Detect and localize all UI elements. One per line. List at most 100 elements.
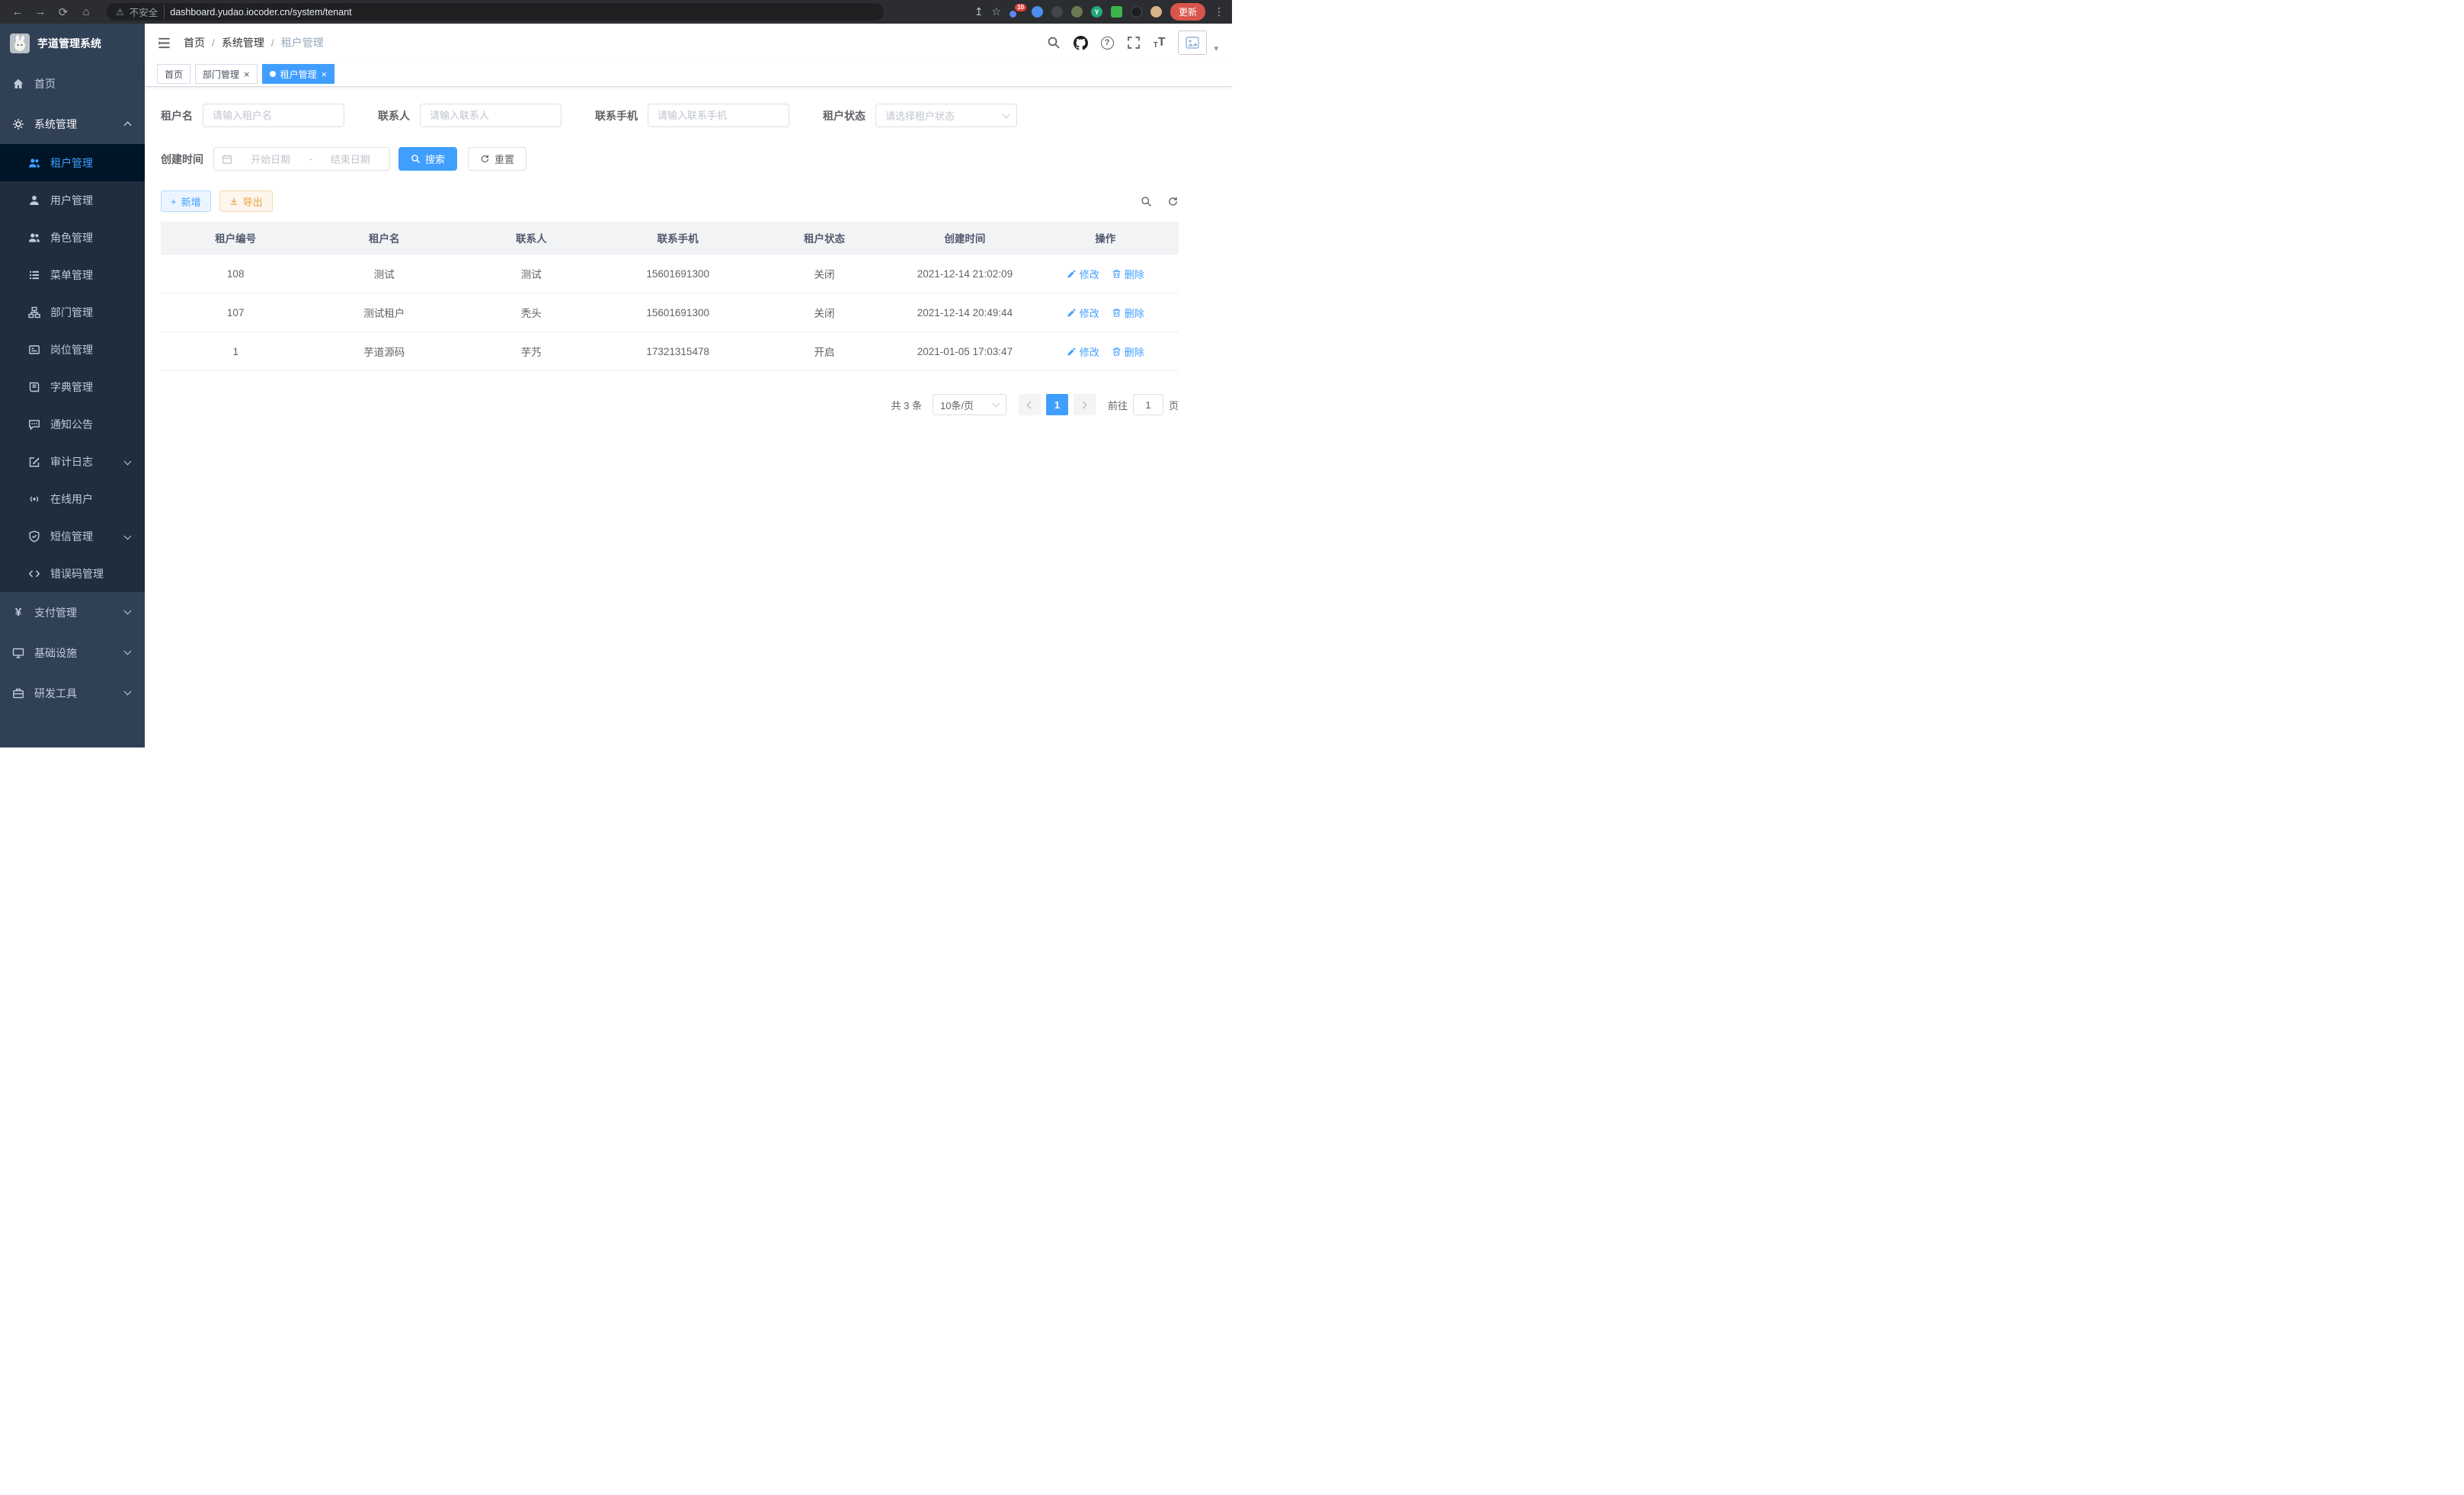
show-search-icon[interactable] xyxy=(1141,196,1152,207)
status-select[interactable]: 请选择租户状态 xyxy=(875,104,1017,127)
create-time-label: 创建时间 xyxy=(161,152,203,167)
sidebar-item-infra[interactable]: 基础设施 xyxy=(0,632,145,673)
table-row: 108 测试 测试 15601691300 关闭 2021-12-14 21:0… xyxy=(161,255,1179,293)
refresh-table-icon[interactable] xyxy=(1167,196,1179,207)
search-button[interactable]: 搜索 xyxy=(398,147,457,171)
fullscreen-icon[interactable] xyxy=(1127,36,1141,50)
extension-chat-icon[interactable] xyxy=(1111,6,1122,18)
home-menu-icon xyxy=(12,78,24,90)
prev-page-button[interactable] xyxy=(1019,394,1041,415)
total-count: 共 3 条 xyxy=(891,398,922,412)
close-icon[interactable]: × xyxy=(244,69,250,79)
back-icon[interactable]: ← xyxy=(8,5,27,18)
extension-drop-icon[interactable] xyxy=(1032,6,1043,18)
avatar[interactable] xyxy=(1178,30,1207,55)
sidebar-item-tenant[interactable]: 租户管理 xyxy=(0,144,145,181)
edit-icon xyxy=(1067,347,1077,357)
trash-icon xyxy=(1112,308,1122,318)
date-range-picker[interactable]: 开始日期 - 结束日期 xyxy=(213,147,390,171)
next-page-button[interactable] xyxy=(1074,394,1096,415)
breadcrumb-home[interactable]: 首页 xyxy=(184,35,205,50)
page-size-value: 10条/页 xyxy=(940,398,974,412)
sidebar-item-label: 首页 xyxy=(34,76,56,91)
share-icon[interactable]: ↥ xyxy=(974,5,984,18)
sidebar-item-online[interactable]: 在线用户 xyxy=(0,480,145,517)
sidebar-item-label: 系统管理 xyxy=(34,117,77,132)
extension-plug-icon[interactable] xyxy=(1131,6,1142,18)
sidebar-item-menu[interactable]: 菜单管理 xyxy=(0,256,145,293)
reload-icon[interactable]: ⟳ xyxy=(53,5,73,19)
yen-icon: ¥ xyxy=(12,606,24,619)
page-1-button[interactable]: 1 xyxy=(1046,394,1068,415)
cell-contact: 芋艿 xyxy=(458,332,604,371)
home-icon[interactable]: ⌂ xyxy=(76,5,96,18)
browser-menu-icon[interactable]: ⋮ xyxy=(1214,5,1224,18)
cell-status: 开启 xyxy=(751,332,898,371)
add-button[interactable]: + 新增 xyxy=(161,190,211,212)
sidebar-item-home[interactable]: 首页 xyxy=(0,63,145,104)
cell-created: 2021-01-05 17:03:47 xyxy=(898,332,1032,371)
github-icon[interactable] xyxy=(1074,36,1088,50)
delete-link[interactable]: 删除 xyxy=(1112,306,1144,320)
sidebar-item-devtools[interactable]: 研发工具 xyxy=(0,673,145,713)
cell-tenant-id: 1 xyxy=(161,332,310,371)
phone-label: 联系手机 xyxy=(595,108,638,123)
reset-button[interactable]: 重置 xyxy=(468,147,526,171)
sidebar-item-sms[interactable]: 短信管理 xyxy=(0,517,145,555)
bookmark-star-icon[interactable]: ☆ xyxy=(991,5,1001,18)
phone-input[interactable] xyxy=(648,104,789,127)
tab-tenant[interactable]: 租户管理 × xyxy=(262,64,335,84)
monitor-icon xyxy=(12,647,24,659)
hamburger-icon[interactable] xyxy=(157,36,171,50)
help-icon[interactable]: ? xyxy=(1101,37,1114,50)
sidebar-item-user[interactable]: 用户管理 xyxy=(0,181,145,219)
address-bar[interactable]: ⚠ 不安全 dashboard.yudao.iocoder.cn/system/… xyxy=(107,3,884,21)
contact-input[interactable] xyxy=(420,104,562,127)
not-secure-icon: ⚠ xyxy=(116,7,124,18)
delete-link[interactable]: 删除 xyxy=(1112,344,1144,359)
tab-dept[interactable]: 部门管理 × xyxy=(195,64,258,84)
extension-olive-icon[interactable] xyxy=(1071,6,1083,18)
sidebar-item-notice[interactable]: 通知公告 xyxy=(0,405,145,443)
sidebar-item-dept[interactable]: 部门管理 xyxy=(0,293,145,331)
sidebar-item-payment[interactable]: ¥ 支付管理 xyxy=(0,592,145,632)
tenant-name-input[interactable] xyxy=(203,104,344,127)
sidebar-item-role[interactable]: 角色管理 xyxy=(0,219,145,256)
extension-pin-icon[interactable]: 10 xyxy=(1010,6,1023,18)
edit-link[interactable]: 修改 xyxy=(1067,306,1099,320)
sidebar-item-errorcode[interactable]: 错误码管理 xyxy=(0,555,145,592)
sidebar-logo[interactable]: 芋道管理系统 xyxy=(0,24,145,63)
page-content: 租户名 联系人 联系手机 租户状态 请选择租户状态 xyxy=(145,87,1232,748)
browser-toolbar-right: ↥ ☆ 10 Y 更新 ⋮ xyxy=(974,3,1224,21)
tenant-name-label: 租户名 xyxy=(161,108,193,123)
sidebar: 芋道管理系统 首页 系统管理 租户管理 xyxy=(0,24,145,748)
avatar-caret-icon[interactable]: ▾ xyxy=(1214,43,1218,55)
browser-update-button[interactable]: 更新 xyxy=(1170,3,1205,21)
export-button[interactable]: 导出 xyxy=(219,190,273,212)
text-size-icon[interactable]: TT xyxy=(1154,36,1166,50)
edit-link[interactable]: 修改 xyxy=(1067,267,1099,281)
chevron-up-icon xyxy=(124,122,132,130)
export-button-label: 导出 xyxy=(243,194,263,209)
tab-home[interactable]: 首页 xyxy=(157,64,190,84)
edit-link[interactable]: 修改 xyxy=(1067,344,1099,359)
col-tenant-name: 租户名 xyxy=(310,222,458,255)
extension-face-icon[interactable] xyxy=(1150,6,1162,18)
close-icon[interactable]: × xyxy=(322,69,328,79)
delete-link[interactable]: 删除 xyxy=(1112,267,1144,281)
header-search-icon[interactable] xyxy=(1047,36,1061,50)
extension-y-icon[interactable]: Y xyxy=(1091,6,1102,18)
breadcrumb-system[interactable]: 系统管理 xyxy=(222,35,264,50)
sidebar-item-audit[interactable]: 审计日志 xyxy=(0,443,145,480)
sidebar-item-system[interactable]: 系统管理 xyxy=(0,104,145,144)
col-tenant-id: 租户编号 xyxy=(161,222,310,255)
col-actions: 操作 xyxy=(1032,222,1179,255)
sidebar-item-post[interactable]: 岗位管理 xyxy=(0,331,145,368)
forward-icon[interactable]: → xyxy=(30,5,50,18)
goto-page-input[interactable] xyxy=(1133,394,1163,415)
date-end-placeholder: 结束日期 xyxy=(319,152,382,166)
extension-globe-icon[interactable] xyxy=(1051,6,1063,18)
page-size-select[interactable]: 10条/页 xyxy=(933,394,1006,415)
sidebar-item-dict[interactable]: 字典管理 xyxy=(0,368,145,405)
sidebar-item-label: 基础设施 xyxy=(34,645,77,661)
